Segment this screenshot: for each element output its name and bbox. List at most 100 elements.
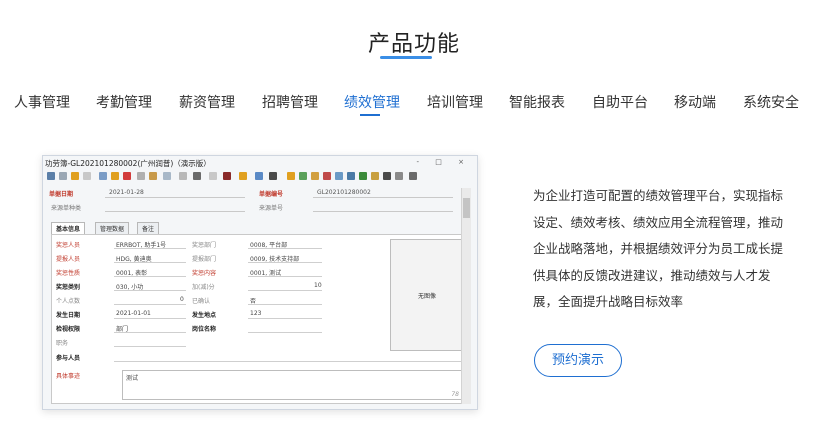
reporter-label: 提报人员 — [56, 256, 81, 263]
paste-icon[interactable] — [149, 172, 157, 180]
gear-icon[interactable] — [311, 172, 319, 180]
print-icon[interactable] — [193, 172, 201, 180]
details-textarea[interactable]: 测试 78 — [122, 370, 462, 400]
location-line — [248, 318, 322, 319]
date-label: 单据日期 — [49, 191, 74, 198]
reward-dept-line — [248, 248, 322, 249]
feature-description: 为企业打造可配置的绩效管理平台，实现指标设定、绩效考核、绩效应用全流程管理，推动… — [533, 188, 784, 309]
report-icon[interactable] — [347, 172, 355, 180]
stack-icon[interactable] — [239, 172, 247, 180]
list-icon[interactable] — [371, 172, 379, 180]
tab-system-security[interactable]: 系统安全 — [743, 92, 799, 112]
reward-person-label: 奖惩人员 — [56, 242, 81, 249]
new-icon[interactable] — [83, 172, 91, 180]
confirmed-line — [248, 304, 322, 305]
tab-training-management[interactable]: 培训管理 — [427, 92, 483, 112]
permission-line — [114, 332, 186, 333]
document-icon[interactable] — [179, 172, 187, 180]
participants-field[interactable] — [114, 361, 462, 362]
mail-icon[interactable] — [383, 172, 391, 180]
forward-icon[interactable] — [71, 172, 79, 180]
doc-no-value: GL202101280002 — [317, 189, 371, 196]
subtab-management-data[interactable]: 管理数据 — [95, 222, 130, 234]
personal-points-label: 个人点数 — [56, 298, 81, 305]
source-no-field[interactable] — [313, 211, 453, 212]
personal-points-value[interactable]: 0 — [180, 296, 184, 303]
position-field[interactable] — [248, 332, 322, 333]
toolbar — [45, 171, 475, 184]
tab-recruitment-management[interactable]: 招聘管理 — [262, 92, 318, 112]
scrollbar-thumb[interactable] — [463, 198, 470, 218]
duty-field[interactable] — [114, 346, 186, 347]
source-no-label: 来源单号 — [259, 205, 284, 212]
points-label: 加(减)分 — [192, 284, 215, 291]
occur-date-line — [114, 318, 186, 319]
export-icon[interactable] — [359, 172, 367, 180]
date-value: 2021-01-28 — [109, 189, 144, 196]
subtab-remarks[interactable]: 备注 — [137, 222, 160, 234]
category-label: 奖惩类别 — [56, 284, 81, 291]
approve-icon[interactable] — [299, 172, 307, 180]
message-icon[interactable] — [395, 172, 403, 180]
tab-mobile[interactable]: 移动端 — [674, 92, 716, 112]
search-icon[interactable] — [47, 172, 55, 180]
book-demo-button[interactable]: 预约演示 — [534, 344, 622, 377]
report-dept-label: 提报部门 — [192, 256, 217, 263]
date-field-line — [105, 197, 245, 198]
permission-label: 检视权限 — [56, 326, 81, 333]
more-icon[interactable] — [409, 172, 417, 180]
active-tab-indicator — [360, 114, 380, 116]
photo-placeholder[interactable]: 无图像 — [390, 239, 464, 351]
basic-info-panel: 奖惩人员 ERRBOT, 助手1号 奖惩部门 0008, 平台部 提报人员 HD… — [51, 234, 471, 404]
points-value[interactable]: 10 — [314, 282, 322, 289]
page-icon[interactable] — [209, 172, 217, 180]
details-label: 具体事迹 — [56, 373, 81, 380]
report-dept-line — [248, 262, 322, 263]
edit-icon[interactable] — [99, 172, 107, 180]
flow-icon[interactable] — [287, 172, 295, 180]
reward-dept-label: 奖惩部门 — [192, 242, 217, 249]
details-value: 测试 — [126, 375, 139, 382]
tab-performance-management[interactable]: 绩效管理 — [344, 92, 400, 112]
reward-person-line — [114, 248, 186, 249]
printer-icon[interactable] — [269, 172, 277, 180]
copy-icon[interactable] — [137, 172, 145, 180]
nature-label: 奖惩性质 — [56, 270, 81, 277]
delete-icon[interactable] — [123, 172, 131, 180]
tab-smart-reports[interactable]: 智能报表 — [509, 92, 565, 112]
book-icon[interactable] — [223, 172, 231, 180]
tab-self-service-platform[interactable]: 自助平台 — [592, 92, 648, 112]
link-icon[interactable] — [163, 172, 171, 180]
vertical-scrollbar[interactable] — [461, 188, 471, 404]
nature-line — [114, 276, 186, 277]
back-icon[interactable] — [59, 172, 67, 180]
folder-icon[interactable] — [111, 172, 119, 180]
tab-payroll-management[interactable]: 薪资管理 — [179, 92, 235, 112]
title-underline — [380, 56, 432, 59]
personal-points-line — [114, 304, 186, 305]
position-label: 岗位名称 — [192, 326, 217, 333]
tab-hr-management[interactable]: 人事管理 — [14, 92, 70, 112]
location-value[interactable]: 123 — [250, 310, 261, 317]
no-image-label: 无图像 — [417, 292, 436, 300]
window-title: 功劳簿-GL202101280002(广州润普)（演示版） — [45, 159, 211, 168]
doc-no-field-line — [313, 197, 453, 198]
details-count: 78 — [451, 391, 459, 398]
source-type-label: 来源单种类 — [51, 205, 82, 212]
section-title: 产品功能 — [367, 32, 460, 57]
window-controls[interactable]: - □ × — [417, 158, 471, 166]
location-label: 发生地点 — [192, 312, 217, 319]
duty-label: 职务 — [56, 340, 69, 347]
grid-icon[interactable] — [255, 172, 263, 180]
source-type-field[interactable] — [105, 211, 245, 212]
product-screenshot: 功劳簿-GL202101280002(广州润普)（演示版） - □ × 单据日期… — [42, 155, 478, 410]
occur-date-label: 发生日期 — [56, 312, 81, 319]
tab-attendance-management[interactable]: 考勤管理 — [96, 92, 152, 112]
reporter-line — [114, 262, 186, 263]
subtab-basic-info[interactable]: 基本信息 — [51, 222, 86, 234]
feature-tabs: 人事管理 考勤管理 薪资管理 招聘管理 绩效管理 培训管理 智能报表 自助平台 … — [0, 92, 828, 122]
confirmed-label: 已确认 — [192, 298, 211, 305]
occur-date-value[interactable]: 2021-01-01 — [116, 310, 151, 317]
lock-icon[interactable] — [323, 172, 331, 180]
attachment-icon[interactable] — [335, 172, 343, 180]
